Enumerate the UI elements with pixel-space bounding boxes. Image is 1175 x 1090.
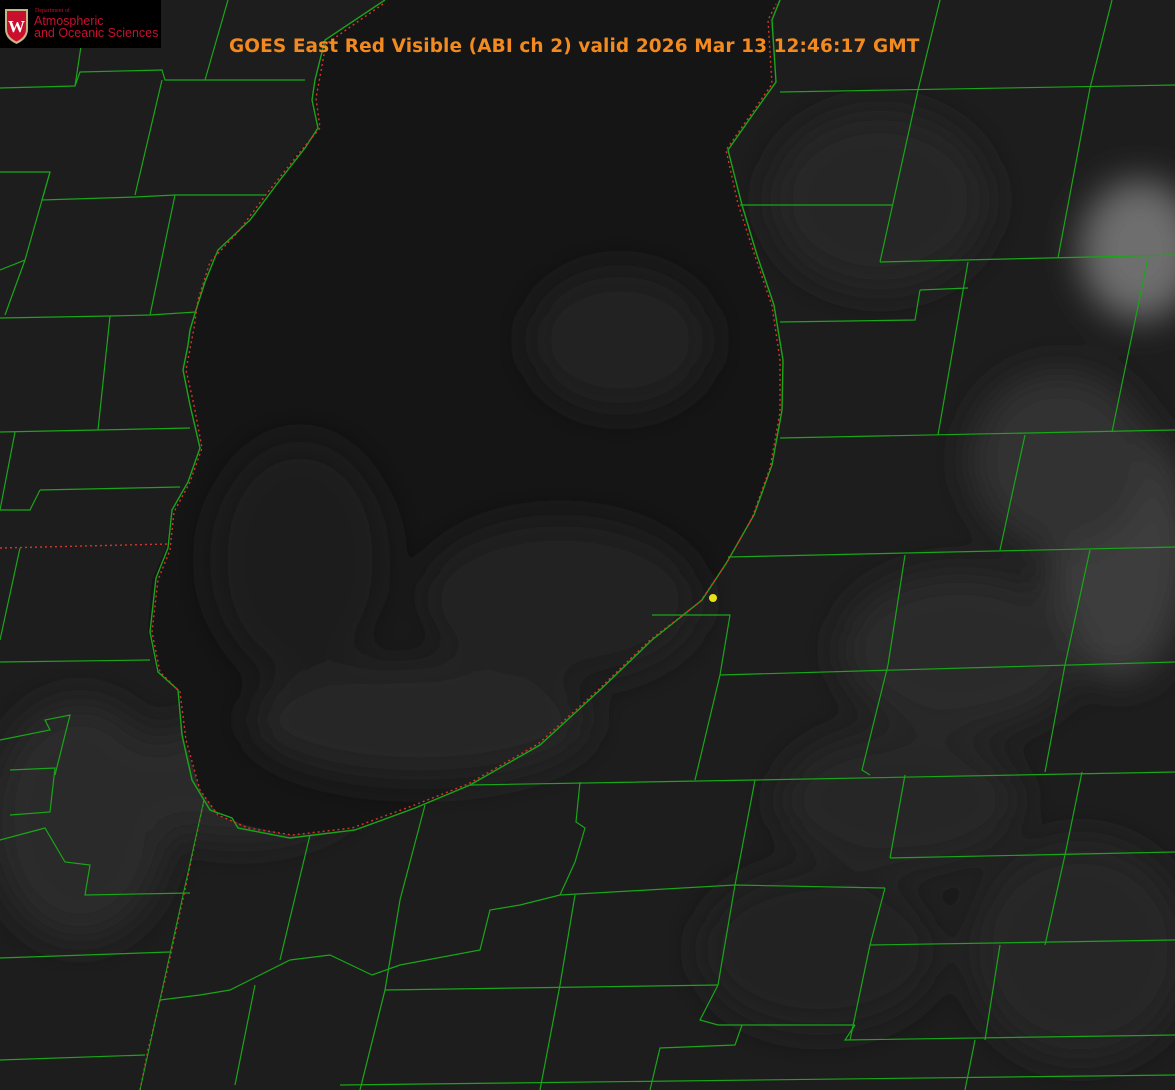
uw-aos-logo[interactable]: W Department of Atmospheric and Oceanic … [0, 0, 161, 48]
title-text: GOES East Red Visible (ABI ch 2) valid 2… [229, 36, 920, 57]
satellite-map [0, 0, 1175, 1090]
location-dot-icon [709, 594, 717, 602]
logo-line-2: and Oceanic Sciences [34, 26, 159, 40]
uw-shield-icon: W [5, 9, 28, 44]
svg-text:W: W [8, 17, 25, 36]
